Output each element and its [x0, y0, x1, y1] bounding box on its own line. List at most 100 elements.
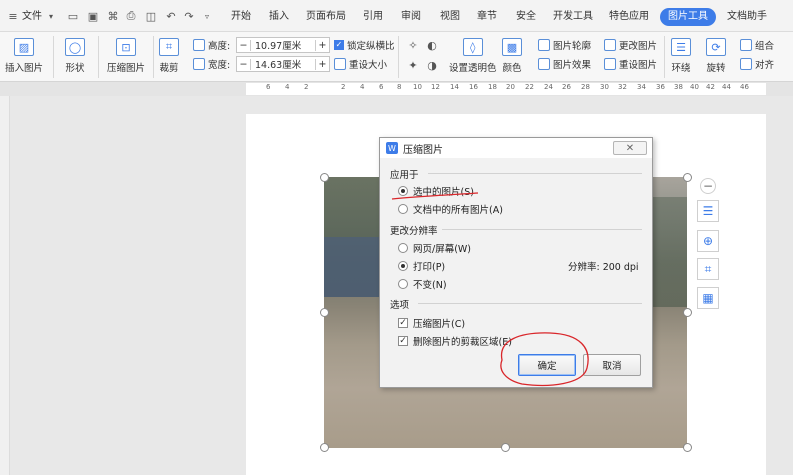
tab-chapter[interactable]: 章节 [477, 8, 497, 26]
contrast-down-icon[interactable]: ◑ [425, 58, 439, 72]
group-button[interactable]: 组合 [740, 37, 774, 53]
resize-handle[interactable] [683, 443, 692, 452]
radio-button[interactable] [398, 279, 408, 289]
tab-developer[interactable]: 开发工具 [553, 8, 593, 26]
customize-icon[interactable]: ▿ [200, 9, 214, 23]
resize-handle[interactable] [683, 308, 692, 317]
radio-all-pictures[interactable]: 文档中的所有图片(A) [398, 202, 503, 216]
picture-effects-button[interactable]: 图片效果 [538, 56, 591, 72]
file-menu[interactable]: 文件 [22, 8, 42, 26]
width-input[interactable]: − 14.63厘米 + [236, 56, 330, 72]
tab-references[interactable]: 引用 [363, 8, 383, 26]
contrast-up-icon[interactable]: ◐ [425, 38, 439, 52]
radio-button[interactable] [398, 186, 408, 196]
radio-button[interactable] [398, 261, 408, 271]
compress-picture-dialog: W 压缩图片 ✕ 应用于 选中的图片(S) 文档中的所有图片(A) 更改分辨率 … [379, 137, 653, 388]
radio-no-change[interactable]: 不变(N) [398, 277, 447, 291]
resize-handle[interactable] [683, 173, 692, 182]
checkmark-icon[interactable]: ✓ [398, 318, 408, 328]
ruler-number: 34 [637, 83, 646, 91]
save-icon[interactable]: ▣ [86, 9, 100, 23]
open-folder-icon[interactable]: ▭ [66, 9, 80, 23]
tab-home[interactable]: 开始 [231, 8, 251, 26]
color-button[interactable]: ▩ 颜色 [502, 38, 522, 74]
tab-security[interactable]: 安全 [516, 8, 536, 26]
resize-handle[interactable] [320, 173, 329, 182]
ruler-number: 26 [562, 83, 571, 91]
ruler-number: 40 [690, 83, 699, 91]
ruler-number: 32 [618, 83, 627, 91]
tab-review[interactable]: 审阅 [401, 8, 421, 26]
print-preview-icon[interactable]: ◫ [144, 9, 158, 23]
reset-picture-button[interactable]: 重设图片 [604, 56, 657, 72]
insert-picture-button[interactable]: ▨ 插入图片 [5, 38, 43, 74]
ribbon: ▨ 插入图片 ◯ 形状 ⊡ 压缩图片 ⌗ 裁剪 高度: − 10.97厘米 + … [0, 32, 793, 82]
change-picture-button[interactable]: 更改图片 [604, 37, 657, 53]
checkmark-icon[interactable]: ✓ [398, 336, 408, 346]
brightness-down-icon[interactable]: ✦ [406, 58, 420, 72]
radio-button[interactable] [398, 204, 408, 214]
ok-button[interactable]: 确定 [518, 354, 576, 376]
color-icon: ▩ [502, 38, 522, 56]
radio-button[interactable] [398, 243, 408, 253]
decrease-height-button[interactable]: − [237, 39, 251, 51]
ruler-number: 2 [341, 83, 346, 91]
radio-selected-pictures[interactable]: 选中的图片(S) [398, 184, 474, 198]
zoom-in-icon[interactable]: ⊕ [697, 230, 719, 252]
picture-icon: ▨ [14, 38, 34, 56]
increase-height-button[interactable]: + [315, 39, 329, 51]
tab-special-apps[interactable]: 特色应用 [609, 8, 649, 26]
undo-icon[interactable]: ↶ [164, 9, 178, 23]
print-icon[interactable]: ⎙ [124, 9, 138, 23]
increase-width-button[interactable]: + [315, 58, 329, 70]
close-button[interactable]: ✕ [613, 141, 647, 155]
divider [98, 36, 99, 78]
tab-picture-tools[interactable]: 图片工具 [660, 8, 716, 26]
resize-handle[interactable] [501, 443, 510, 452]
apply-to-label: 应用于 [390, 170, 419, 181]
set-transparent-button[interactable]: ◊ 设置透明色 [449, 38, 497, 74]
brightness-up-icon[interactable]: ✧ [406, 38, 420, 52]
picture-outline-button[interactable]: 图片轮廓 [538, 37, 591, 53]
ruler-number: 22 [525, 83, 534, 91]
redo-icon[interactable]: ↷ [182, 9, 196, 23]
checkbox-compress-pictures[interactable]: ✓ 压缩图片(C) [398, 316, 465, 330]
chevron-down-icon[interactable]: ▾ [44, 9, 58, 23]
cancel-button[interactable]: 取消 [583, 354, 641, 376]
collapse-icon[interactable]: − [700, 178, 716, 194]
vertical-ruler[interactable] [0, 96, 10, 475]
compress-icon: ⊡ [116, 38, 136, 56]
layout-options-icon[interactable]: ☰ [697, 200, 719, 222]
decrease-width-button[interactable]: − [237, 58, 251, 70]
ruler-number: 46 [740, 83, 749, 91]
format-painter-icon[interactable]: ⌘ [106, 9, 120, 23]
tab-insert[interactable]: 插入 [269, 8, 289, 26]
crop-button[interactable]: ⌗ 裁剪 [159, 38, 179, 74]
horizontal-ruler[interactable]: 6 4 2 2 4 6 8 10 12 14 16 18 20 22 24 26… [0, 82, 793, 96]
shape-button[interactable]: ◯ 形状 [65, 38, 85, 74]
picture-tools-icon[interactable]: ▦ [697, 287, 719, 309]
reset-size-button[interactable]: 重设大小 [334, 56, 387, 72]
crop-icon[interactable]: ⌗ [697, 258, 719, 280]
options-label: 选项 [390, 300, 410, 311]
align-button[interactable]: 对齐 [740, 56, 774, 72]
rotate-button[interactable]: ⟳ 旋转 [706, 38, 726, 74]
dialog-titlebar[interactable]: W 压缩图片 ✕ [380, 138, 652, 158]
checkbox-delete-cropped-areas[interactable]: ✓ 删除图片的剪裁区域(E) [398, 334, 512, 348]
tab-view[interactable]: 视图 [440, 8, 460, 26]
radio-web-screen[interactable]: 网页/屏幕(W) [398, 241, 471, 255]
ruler-number: 8 [397, 83, 402, 91]
tab-doc-assistant[interactable]: 文档助手 [727, 8, 767, 26]
height-input[interactable]: − 10.97厘米 + [236, 37, 330, 53]
tab-page-layout[interactable]: 页面布局 [306, 8, 346, 26]
resize-handle[interactable] [320, 443, 329, 452]
lock-ratio-checkbox[interactable]: ✓ 锁定纵横比 [334, 37, 395, 53]
ruler-number: 6 [266, 83, 271, 91]
droplet-icon: ◊ [462, 38, 483, 56]
hamburger-icon[interactable]: ≡ [6, 9, 20, 23]
wrap-button[interactable]: ☰ 环绕 [671, 38, 691, 74]
resolution-label: 更改分辨率 [390, 226, 438, 237]
radio-print[interactable]: 打印(P) [398, 259, 445, 273]
compress-picture-button[interactable]: ⊡ 压缩图片 [107, 38, 145, 74]
resize-handle[interactable] [320, 308, 329, 317]
